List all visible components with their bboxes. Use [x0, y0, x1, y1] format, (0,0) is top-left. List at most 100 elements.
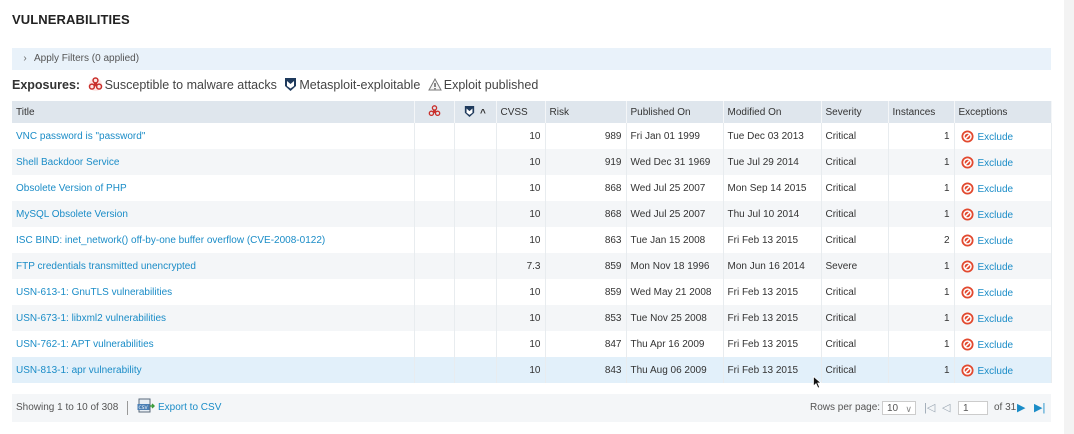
metasploit-cell: [454, 305, 497, 331]
metasploit-label: Metasploit-exploitable: [299, 78, 421, 92]
severity: Critical: [821, 227, 889, 253]
table-header: Title ^ CVSS Risk Published On Modified …: [12, 101, 1052, 123]
exclude-icon[interactable]: [960, 233, 974, 247]
column-cvss[interactable]: CVSS: [496, 101, 546, 123]
page-count: of 31: [994, 402, 1017, 413]
column-instances[interactable]: Instances: [888, 101, 955, 123]
table-row[interactable]: FTP credentials transmitted unencrypted …: [12, 253, 1052, 279]
exclude-icon[interactable]: [960, 155, 974, 169]
vulnerability-title-link[interactable]: ISC BIND: inet_network() off-by-one buff…: [16, 235, 325, 246]
export-csv-button[interactable]: CSV Export to CSV: [137, 394, 221, 422]
svg-text:CSV: CSV: [139, 405, 149, 411]
vulnerability-title-link[interactable]: MySQL Obsolete Version: [16, 209, 128, 220]
risk-score: 868: [545, 175, 627, 201]
exclude-link[interactable]: Exclude: [978, 158, 1014, 169]
exclude-icon[interactable]: [960, 285, 974, 299]
exclude-link[interactable]: Exclude: [978, 132, 1014, 143]
published-date: Wed Jul 25 2007: [626, 201, 724, 227]
exclude-link[interactable]: Exclude: [978, 366, 1014, 377]
column-title[interactable]: Title: [12, 101, 415, 123]
malware-label: Susceptible to malware attacks: [104, 78, 277, 92]
malware-icon: [428, 105, 440, 117]
malware-icon: [88, 77, 103, 97]
severity: Critical: [821, 123, 889, 149]
vulnerability-title-link[interactable]: USN-813-1: apr vulnerability: [16, 365, 142, 376]
exclude-icon[interactable]: [960, 363, 974, 377]
exclude-icon[interactable]: [960, 129, 974, 143]
metasploit-cell: [454, 279, 497, 305]
exclude-link[interactable]: Exclude: [978, 288, 1014, 299]
exclude-link[interactable]: Exclude: [978, 314, 1014, 325]
exclude-icon[interactable]: [960, 337, 974, 351]
table-row[interactable]: USN-673-1: libxml2 vulnerabilities 10 85…: [12, 305, 1052, 331]
vulnerability-title-link[interactable]: USN-673-1: libxml2 vulnerabilities: [16, 313, 166, 324]
cvss-score: 10: [496, 331, 546, 357]
apply-filters-bar[interactable]: › Apply Filters (0 applied): [12, 48, 1051, 70]
instances-count: 1: [888, 357, 955, 383]
last-page-icon[interactable]: ▶|: [1034, 394, 1045, 422]
apply-filters-label: Apply Filters (0 applied): [34, 53, 140, 64]
exclude-icon[interactable]: [960, 181, 974, 195]
column-published[interactable]: Published On: [626, 101, 724, 123]
table-row[interactable]: USN-613-1: GnuTLS vulnerabilities 10 859…: [12, 279, 1052, 305]
modified-date: Fri Feb 13 2015: [723, 227, 822, 253]
table-row[interactable]: ISC BIND: inet_network() off-by-one buff…: [12, 227, 1052, 253]
column-exceptions[interactable]: Exceptions: [954, 101, 1052, 123]
next-page-icon[interactable]: ▶: [1017, 394, 1025, 422]
column-severity[interactable]: Severity: [821, 101, 889, 123]
column-malware[interactable]: [414, 101, 455, 123]
metasploit-cell: [454, 357, 497, 383]
malware-cell: [414, 305, 455, 331]
published-date: Tue Nov 25 2008: [626, 305, 724, 331]
exclude-icon[interactable]: [960, 311, 974, 325]
column-modified[interactable]: Modified On: [723, 101, 822, 123]
table-row[interactable]: MySQL Obsolete Version 10 868 Wed Jul 25…: [12, 201, 1052, 227]
published-date: Thu Apr 16 2009: [626, 331, 724, 357]
table-row[interactable]: USN-762-1: APT vulnerabilities 10 847 Th…: [12, 331, 1052, 357]
malware-cell: [414, 201, 455, 227]
metasploit-cell: [454, 123, 497, 149]
vulnerability-title-link[interactable]: VNC password is "password": [16, 131, 145, 142]
exclude-link[interactable]: Exclude: [978, 236, 1014, 247]
column-risk[interactable]: Risk: [545, 101, 627, 123]
first-page-icon[interactable]: |◁: [924, 394, 935, 422]
vulnerability-title-link[interactable]: Shell Backdoor Service: [16, 157, 119, 168]
rows-per-page-value: 10: [887, 403, 899, 414]
vulnerability-title-link[interactable]: Obsolete Version of PHP: [16, 183, 127, 194]
exclude-icon[interactable]: [960, 207, 974, 221]
sort-ascending-icon: ^: [479, 108, 486, 119]
modified-date: Fri Feb 13 2015: [723, 357, 822, 383]
vulnerability-title-link[interactable]: FTP credentials transmitted unencrypted: [16, 261, 196, 272]
exclude-icon[interactable]: [960, 259, 974, 273]
vulnerability-title-link[interactable]: USN-613-1: GnuTLS vulnerabilities: [16, 287, 172, 298]
exclude-link[interactable]: Exclude: [978, 340, 1014, 351]
exposures-label: Exposures:: [12, 78, 81, 92]
rows-per-page-select[interactable]: 10 ∨: [882, 401, 916, 415]
page-number-input[interactable]: 1: [958, 401, 988, 415]
severity: Critical: [821, 175, 889, 201]
table-row[interactable]: VNC password is "password" 10 989 Fri Ja…: [12, 123, 1052, 149]
instances-count: 1: [888, 123, 955, 149]
mouse-pointer-icon: [813, 376, 822, 389]
table-row[interactable]: Obsolete Version of PHP 10 868 Wed Jul 2…: [12, 175, 1052, 201]
previous-page-icon[interactable]: ◁: [942, 394, 950, 422]
table-row[interactable]: Shell Backdoor Service 10 919 Wed Dec 31…: [12, 149, 1052, 175]
exclude-link[interactable]: Exclude: [978, 262, 1014, 273]
metasploit-cell: [454, 227, 497, 253]
exclude-link[interactable]: Exclude: [978, 184, 1014, 195]
malware-cell: [414, 357, 455, 383]
vulnerabilities-table: Title ^ CVSS Risk Published On Modified …: [12, 101, 1052, 383]
exclude-link[interactable]: Exclude: [978, 210, 1014, 221]
risk-score: 843: [545, 357, 627, 383]
column-metasploit[interactable]: ^: [454, 101, 497, 123]
cvss-score: 10: [496, 305, 546, 331]
table-row[interactable]: USN-813-1: apr vulnerability 10 843 Thu …: [12, 357, 1052, 383]
malware-cell: [414, 149, 455, 175]
footer-divider: [127, 401, 128, 415]
table-footer: Showing 1 to 10 of 308 CSV Export to CSV …: [12, 394, 1051, 422]
vulnerability-title-link[interactable]: USN-762-1: APT vulnerabilities: [16, 339, 154, 350]
risk-score: 853: [545, 305, 627, 331]
published-date: Wed Dec 31 1969: [626, 149, 724, 175]
instances-count: 1: [888, 149, 955, 175]
cvss-score: 10: [496, 123, 546, 149]
